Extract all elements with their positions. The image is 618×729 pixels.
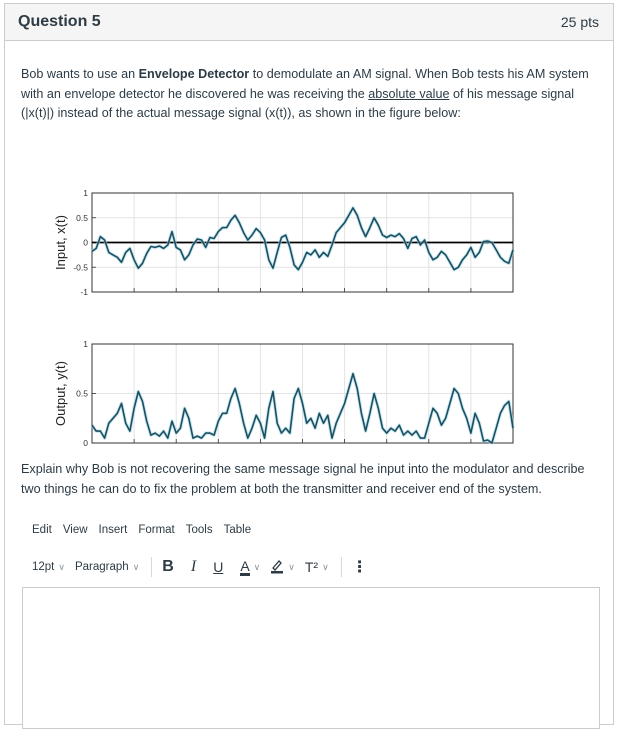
superscript-icon: T² <box>304 559 319 575</box>
menu-edit[interactable]: Edit <box>32 524 52 536</box>
question-header: Question 5 25 pts <box>5 4 613 41</box>
menu-table[interactable]: Table <box>224 524 252 536</box>
bold-button[interactable]: B <box>162 558 174 576</box>
question-title: Question 5 <box>18 13 101 30</box>
y-axis-label: Input, x(t) <box>53 215 68 270</box>
question-points: 25 pts <box>560 14 599 30</box>
italic-button[interactable]: I <box>191 558 196 576</box>
font-size-value: 12pt <box>32 561 55 573</box>
y-tick-label: 0 <box>83 438 88 447</box>
input-plot-svg: 00.0020.0040.0060.0080.010.0120.0140.016… <box>53 188 522 325</box>
output-plot-svg: 00.0020.0040.0060.0080.010.0120.0140.016… <box>53 339 522 476</box>
answer-editor[interactable] <box>22 587 600 729</box>
question-prompt: Bob wants to use an Envelope Detector to… <box>21 65 601 124</box>
question-followup: Explain why Bob is not recovering the sa… <box>21 462 585 496</box>
block-format-select[interactable]: Paragraph ∨ <box>75 561 149 573</box>
input-plot: 00.0020.0040.0060.0080.010.0120.0140.016… <box>5 146 565 325</box>
highlight-icon <box>270 558 284 577</box>
superscript-button[interactable]: T² ∨ <box>305 559 339 575</box>
menu-insert[interactable]: Insert <box>99 524 128 536</box>
chevron-down-icon: ∨ <box>58 561 65 572</box>
more-options-icon[interactable]: ⋮ <box>352 557 368 577</box>
highlight-button[interactable]: ∨ <box>270 558 305 577</box>
chevron-down-icon: ∨ <box>253 561 261 572</box>
prompt-segment: Envelope Detector <box>138 67 250 81</box>
y-tick-label: 0.5 <box>76 389 88 399</box>
chevron-down-icon: ∨ <box>288 561 295 572</box>
underline-button[interactable]: U <box>213 559 223 575</box>
output-plot: 00.0020.0040.0060.0080.010.0120.0140.016… <box>5 297 565 476</box>
y-tick-label: 1 <box>83 188 88 198</box>
chevron-down-icon: ∨ <box>132 561 140 572</box>
y-tick-label: 0 <box>83 238 88 248</box>
question-card: Question 5 25 pts Bob wants to use an En… <box>4 3 614 729</box>
toolbar-divider <box>151 557 153 577</box>
toolbar-divider <box>340 557 342 577</box>
prompt-segment: absolute value <box>368 86 450 101</box>
menu-tools[interactable]: Tools <box>186 524 213 536</box>
editor-toolbar: 12pt ∨ Paragraph ∨ B I U A ∨ ∨ T² ∨ ⋮ <box>32 554 368 580</box>
menu-view[interactable]: View <box>63 524 88 536</box>
y-axis-label: Output, y(t) <box>53 361 68 426</box>
chevron-down-icon: ∨ <box>322 561 329 572</box>
block-format-value: Paragraph <box>74 561 129 573</box>
y-tick-label: -0.5 <box>73 262 88 272</box>
prompt-segment: Bob wants to use an <box>21 67 139 81</box>
y-tick-label: 0.5 <box>76 213 88 223</box>
text-color-button[interactable]: A ∨ <box>240 559 270 576</box>
menu-format[interactable]: Format <box>138 524 174 536</box>
font-size-select[interactable]: 12pt ∨ <box>32 561 75 573</box>
editor-menubar: Edit View Insert Format Tools Table <box>32 524 262 536</box>
y-tick-label: -1 <box>80 287 88 296</box>
y-tick-label: 1 <box>83 339 88 349</box>
text-color-icon: A <box>240 557 250 576</box>
